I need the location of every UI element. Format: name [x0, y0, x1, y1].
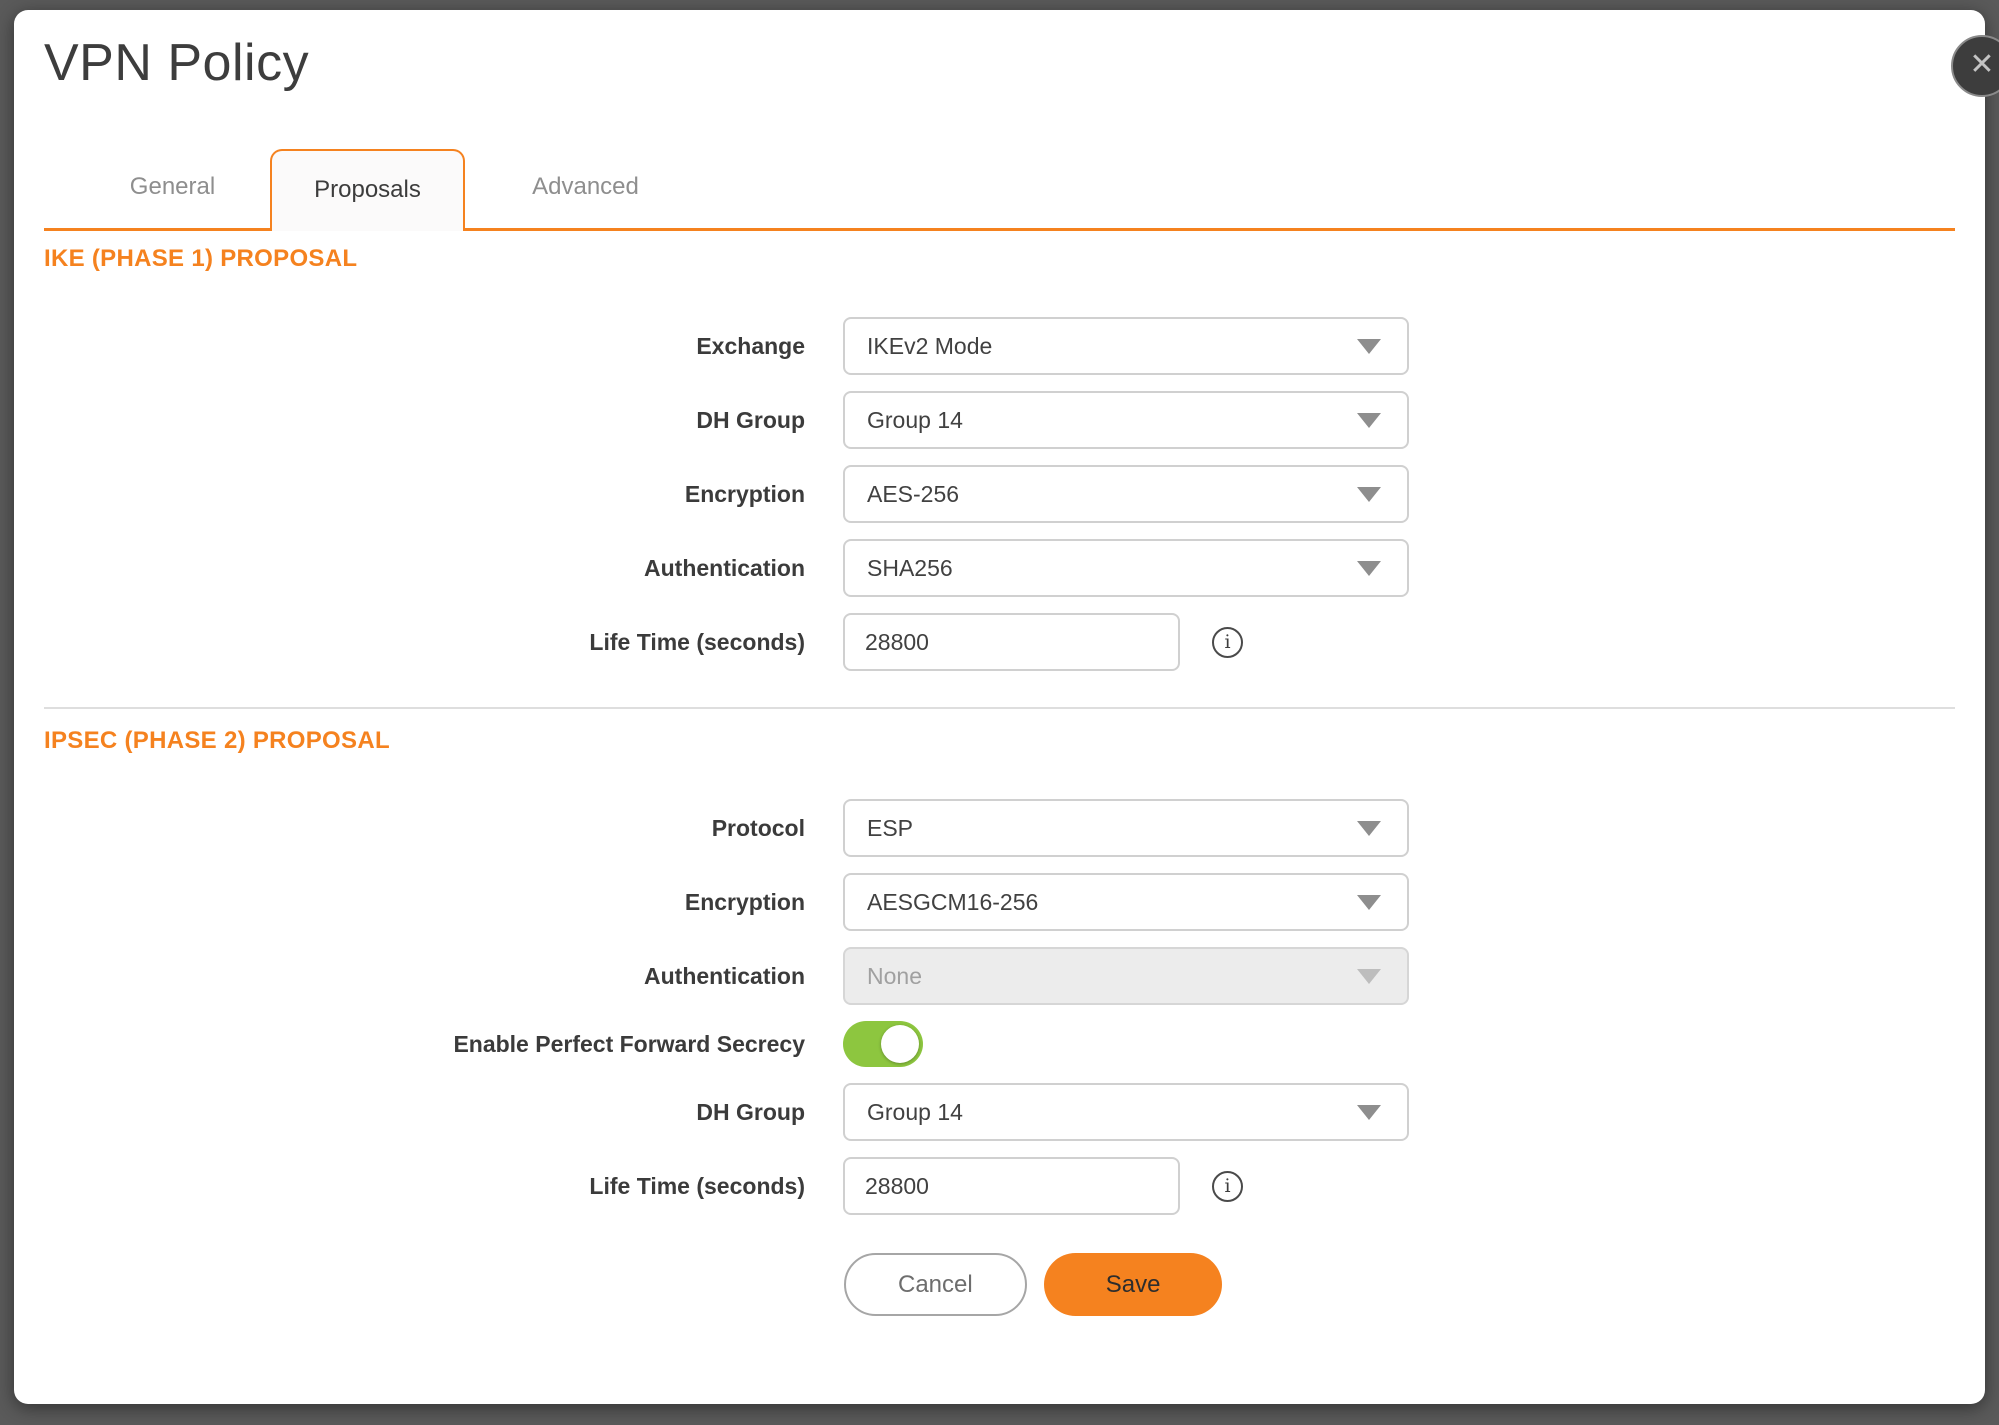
- exchange-row: Exchange IKEv2 Mode: [44, 317, 1955, 375]
- protocol-label: Protocol: [44, 815, 843, 842]
- authentication-select-value: SHA256: [867, 555, 953, 582]
- dh-group-select[interactable]: Group 14: [843, 391, 1409, 449]
- exchange-select-value: IKEv2 Mode: [867, 333, 992, 360]
- authentication-phase2-label: Authentication: [44, 963, 843, 990]
- life-time-phase2-input[interactable]: [843, 1157, 1180, 1215]
- chevron-down-icon: [1357, 413, 1381, 428]
- chevron-down-icon: [1357, 487, 1381, 502]
- protocol-row: Protocol ESP: [44, 799, 1955, 857]
- chevron-down-icon: [1357, 339, 1381, 354]
- encryption-label: Encryption: [44, 481, 843, 508]
- life-time-label: Life Time (seconds): [44, 629, 843, 656]
- vpn-policy-dialog: VPN Policy General Proposals Advanced IK…: [14, 10, 1985, 1404]
- encryption-row: Encryption AES-256: [44, 465, 1955, 523]
- exchange-select[interactable]: IKEv2 Mode: [843, 317, 1409, 375]
- dialog-footer: Cancel Save: [844, 1253, 1955, 1316]
- life-time-phase2-row: Life Time (seconds) i: [44, 1157, 1955, 1215]
- page-title: VPN Policy: [44, 34, 1985, 92]
- ipsec-phase2-heading: IPSEC (PHASE 2) PROPOSAL: [44, 727, 1955, 755]
- protocol-select[interactable]: ESP: [843, 799, 1409, 857]
- chevron-down-icon: [1357, 821, 1381, 836]
- dialog-content: IKE (PHASE 1) PROPOSAL Exchange IKEv2 Mo…: [14, 245, 1985, 1316]
- chevron-down-icon: [1357, 561, 1381, 576]
- encryption-phase2-select[interactable]: AESGCM16-256: [843, 873, 1409, 931]
- close-icon: ✕: [1969, 47, 1994, 82]
- info-icon-glyph: i: [1224, 631, 1230, 653]
- tab-bar: General Proposals Advanced: [44, 152, 1955, 231]
- encryption-phase2-label: Encryption: [44, 889, 843, 916]
- dh-group-phase2-label: DH Group: [44, 1099, 843, 1126]
- encryption-phase2-select-value: AESGCM16-256: [867, 889, 1038, 916]
- dh-group-label: DH Group: [44, 407, 843, 434]
- cancel-button[interactable]: Cancel: [844, 1253, 1027, 1316]
- life-time-row: Life Time (seconds) i: [44, 613, 1955, 671]
- chevron-down-icon: [1357, 969, 1381, 984]
- encryption-select-value: AES-256: [867, 481, 959, 508]
- dh-group-phase2-select-value: Group 14: [867, 1099, 963, 1126]
- exchange-label: Exchange: [44, 333, 843, 360]
- dh-group-row: DH Group Group 14: [44, 391, 1955, 449]
- chevron-down-icon: [1357, 1105, 1381, 1120]
- pfs-toggle[interactable]: [843, 1021, 923, 1067]
- authentication-phase2-select: None: [843, 947, 1409, 1005]
- authentication-label: Authentication: [44, 555, 843, 582]
- tab-proposals[interactable]: Proposals: [270, 149, 465, 231]
- ike-phase1-heading: IKE (PHASE 1) PROPOSAL: [44, 245, 1955, 273]
- info-icon[interactable]: i: [1212, 627, 1243, 658]
- authentication-phase2-select-value: None: [867, 963, 922, 990]
- ipsec-phase2-fields: Protocol ESP Encryption AESGCM16-256 Aut…: [44, 799, 1955, 1215]
- encryption-phase2-row: Encryption AESGCM16-256: [44, 873, 1955, 931]
- dh-group-phase2-row: DH Group Group 14: [44, 1083, 1955, 1141]
- save-button[interactable]: Save: [1044, 1253, 1223, 1316]
- encryption-select[interactable]: AES-256: [843, 465, 1409, 523]
- pfs-row: Enable Perfect Forward Secrecy: [44, 1021, 1955, 1067]
- toggle-knob: [881, 1025, 919, 1063]
- authentication-row: Authentication SHA256: [44, 539, 1955, 597]
- protocol-select-value: ESP: [867, 815, 913, 842]
- info-icon-glyph: i: [1224, 1175, 1230, 1197]
- authentication-phase2-row: Authentication None: [44, 947, 1955, 1005]
- authentication-select[interactable]: SHA256: [843, 539, 1409, 597]
- info-icon[interactable]: i: [1212, 1171, 1243, 1202]
- dh-group-select-value: Group 14: [867, 407, 963, 434]
- dh-group-phase2-select[interactable]: Group 14: [843, 1083, 1409, 1141]
- pfs-label: Enable Perfect Forward Secrecy: [44, 1031, 843, 1058]
- tab-general[interactable]: General: [75, 149, 270, 228]
- life-time-phase2-label: Life Time (seconds): [44, 1173, 843, 1200]
- section-divider: [44, 707, 1955, 709]
- chevron-down-icon: [1357, 895, 1381, 910]
- ike-phase1-fields: Exchange IKEv2 Mode DH Group Group 14 En…: [44, 317, 1955, 671]
- tab-advanced[interactable]: Advanced: [488, 149, 683, 228]
- life-time-input[interactable]: [843, 613, 1180, 671]
